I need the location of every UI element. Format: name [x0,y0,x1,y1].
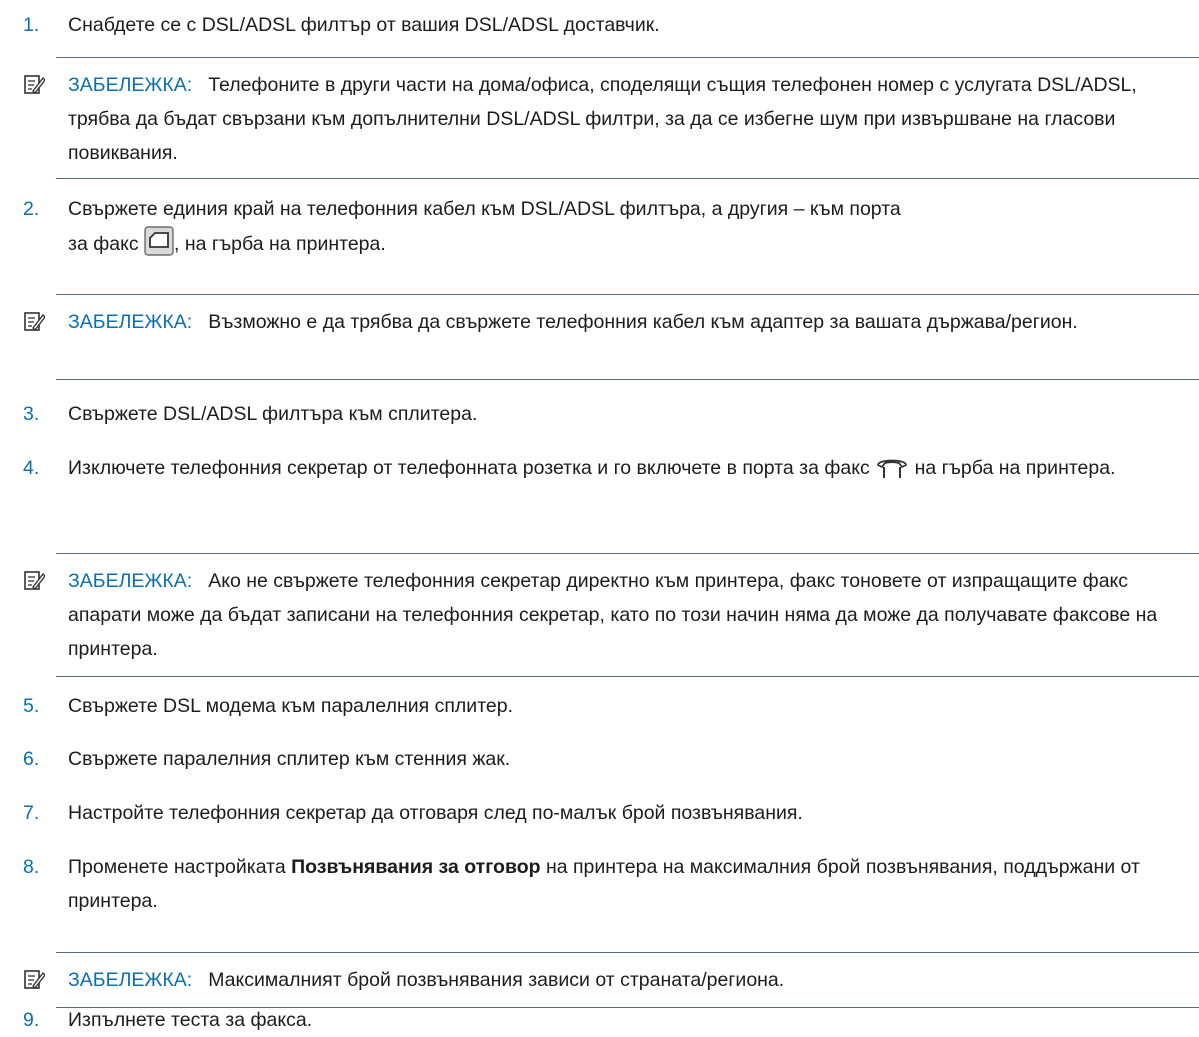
phone-port-icon [877,459,908,478]
note-icon [24,970,45,990]
note-text: Телефоните в други части на дома/офиса, … [68,74,1137,164]
step-text-part: на гърба на принтера. [914,457,1116,479]
note-label: ЗАБЕЛЕЖКА: [68,969,193,991]
step-number: 3. [23,403,40,425]
step-text: Изпълнете теста за факса. [68,1009,313,1031]
step-text: Свържете паралелния сплитер към стенния … [68,748,511,770]
step-number: 8. [23,856,40,878]
note-content: ЗАБЕЛЕЖКА: Максималният брой позвънявания… [68,963,1191,997]
note-content: ЗАБЕЛЕЖКА: Телефоните в други части на до… [68,68,1191,170]
fax-port-icon [144,226,174,256]
step-text-part: Изключете телефонния секретар от телефон… [68,457,870,479]
note-content: ЗАБЕЛЕЖКА: Ако не свържете телефонния сек… [68,564,1191,666]
step-number: 1. [23,14,40,36]
step-text: Свържете DSL модема към паралелния сплит… [68,695,514,717]
note-icon [24,75,45,95]
step-text: Променете настройката Позвънявания за от… [68,850,1183,918]
step-number: 2. [23,198,40,220]
note-box: ЗАБЕЛЕЖКА: Възможно е да трябва да свърже… [24,294,1199,380]
setting-name: Позвънявания за отговор [291,856,541,878]
step-text-part: Променете настройката [68,856,286,878]
note-label: ЗАБЕЛЕЖКА: [68,311,193,333]
note-label: ЗАБЕЛЕЖКА: [68,570,193,592]
document-page: 1. Снабдете се с DSL/ADSL филтър от ваши… [0,0,1199,1037]
note-icon [24,571,45,591]
note-content: ЗАБЕЛЕЖКА: Възможно е да трябва да свърже… [68,305,1139,339]
step-text: Снабдете се с DSL/ADSL филтър от вашия D… [68,14,660,36]
step-number: 7. [23,802,40,824]
note-text: Максималният брой позвънявания зависи от… [208,969,785,991]
note-box: ЗАБЕЛЕЖКА: Телефоните в други части на до… [24,57,1199,179]
step-number: 4. [23,457,40,479]
step-number: 9. [23,1009,40,1031]
step-text: Изключете телефонния секретар от телефон… [68,451,1159,485]
step-text-part: , на гърба на принтера. [174,233,386,255]
note-box: ЗАБЕЛЕЖКА: Ако не свържете телефонния сек… [24,553,1199,677]
step-text: Настройте телефонния секретар да отговар… [68,802,803,824]
note-label: ЗАБЕЛЕЖКА: [68,74,193,96]
note-text: Възможно е да трябва да свържете телефон… [208,311,1078,333]
note-icon [24,312,45,332]
step-number: 5. [23,695,40,717]
step-number: 6. [23,748,40,770]
note-box: ЗАБЕЛЕЖКА: Максималният брой позвънявания… [24,952,1199,1008]
note-text: Ако не свържете телефонния секретар дире… [68,570,1158,660]
step-text: Свържете единия край на телефонния кабел… [68,192,919,261]
step-text: Свържете DSL/ADSL филтъра към сплитера. [68,403,478,425]
